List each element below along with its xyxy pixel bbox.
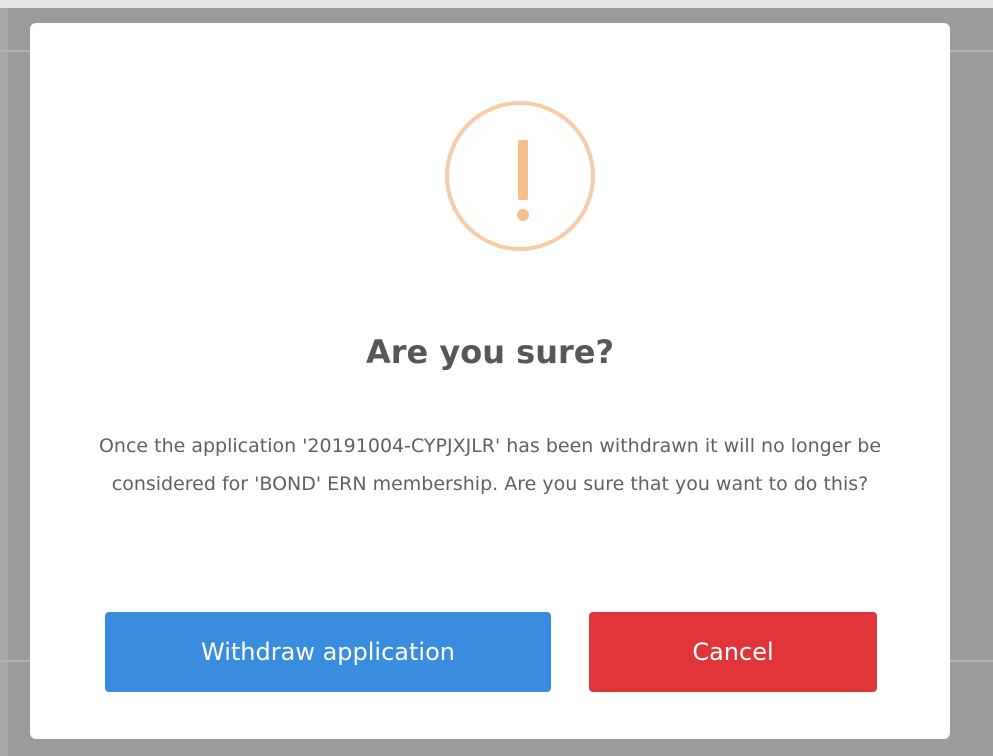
warning-icon: [445, 101, 595, 251]
background-header: [0, 0, 993, 8]
dialog-message: Once the application '20191004-CYPJXJLR'…: [98, 435, 882, 495]
confirm-dialog: Are you sure? Once the application '2019…: [30, 23, 950, 739]
exclamation-dot: [517, 209, 529, 221]
withdraw-application-button[interactable]: Withdraw application: [105, 612, 551, 692]
cancel-button[interactable]: Cancel: [589, 612, 877, 692]
dialog-title: Are you sure?: [365, 333, 615, 371]
background-sidebar: [0, 8, 8, 756]
exclamation-bar: [518, 140, 528, 200]
